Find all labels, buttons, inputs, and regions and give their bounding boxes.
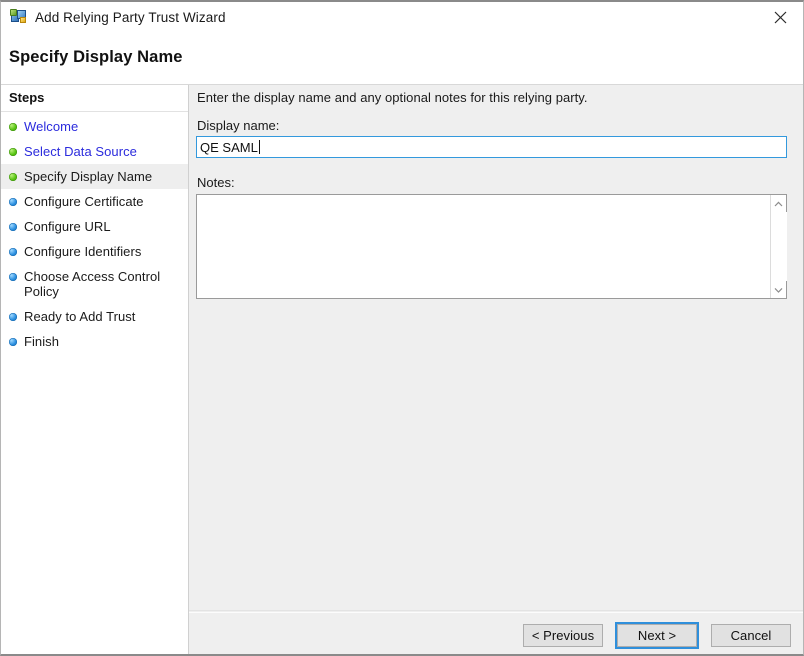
- steps-heading-divider: [1, 111, 188, 112]
- page-title: Specify Display Name: [9, 48, 183, 66]
- chevron-down-icon: [774, 287, 783, 293]
- intro-text: Enter the display name and any optional …: [197, 90, 588, 105]
- sidebar-item-configure-url[interactable]: Configure URL: [1, 214, 188, 239]
- scroll-up-button[interactable]: [771, 195, 787, 212]
- display-name-input[interactable]: QE SAML: [196, 136, 787, 158]
- cancel-button[interactable]: Cancel: [711, 624, 791, 647]
- step-bullet-icon: [9, 198, 17, 206]
- notes-value[interactable]: [197, 195, 770, 298]
- next-button[interactable]: Next >: [615, 622, 699, 649]
- sidebar-item-label: Configure Certificate: [24, 194, 144, 209]
- display-name-label: Display name:: [197, 118, 280, 133]
- page-header: Specify Display Name: [1, 32, 803, 84]
- body-area: Steps Welcome Select Data Source Specify…: [1, 85, 803, 654]
- steps-list: Welcome Select Data Source Specify Displ…: [1, 114, 188, 354]
- main-panel: Enter the display name and any optional …: [189, 85, 803, 654]
- sidebar-item-label: Specify Display Name: [24, 169, 153, 184]
- sidebar-item-specify-display-name[interactable]: Specify Display Name: [1, 164, 188, 189]
- relying-party-trust-icon: [10, 8, 28, 26]
- step-bullet-icon: [9, 248, 17, 256]
- close-button[interactable]: [757, 2, 803, 32]
- step-bullet-icon: [9, 313, 17, 321]
- scrollbar-track[interactable]: [770, 212, 787, 281]
- step-bullet-icon: [9, 148, 17, 156]
- sidebar-item-label: Choose Access Control Policy: [24, 269, 161, 299]
- chevron-up-icon: [774, 201, 783, 206]
- step-bullet-icon: [9, 223, 17, 231]
- close-icon: [774, 11, 786, 23]
- display-name-value: QE SAML: [200, 139, 258, 155]
- sidebar-item-configure-certificate[interactable]: Configure Certificate: [1, 189, 188, 214]
- step-bullet-icon: [9, 123, 17, 131]
- sidebar-item-choose-access-control-policy[interactable]: Choose Access Control Policy: [1, 264, 188, 304]
- footer-divider: [189, 610, 803, 611]
- step-bullet-icon: [9, 173, 17, 181]
- notes-textarea[interactable]: [196, 194, 787, 299]
- steps-sidebar: Steps Welcome Select Data Source Specify…: [1, 85, 188, 654]
- previous-button[interactable]: < Previous: [523, 624, 603, 647]
- sidebar-item-label: Welcome: [24, 119, 79, 134]
- wizard-window: Add Relying Party Trust Wizard Specify D…: [0, 0, 804, 656]
- sidebar-item-label: Configure URL: [24, 219, 111, 234]
- sidebar-item-configure-identifiers[interactable]: Configure Identifiers: [1, 239, 188, 264]
- notes-scrollbar[interactable]: [770, 195, 787, 298]
- step-bullet-icon: [9, 273, 17, 281]
- sidebar-item-label: Finish: [24, 334, 59, 349]
- title-bar: Add Relying Party Trust Wizard: [1, 2, 803, 32]
- steps-heading: Steps: [9, 90, 45, 105]
- scroll-down-button[interactable]: [771, 281, 787, 298]
- notes-label: Notes:: [197, 175, 235, 190]
- text-caret: [258, 140, 260, 154]
- sidebar-item-finish[interactable]: Finish: [1, 329, 188, 354]
- sidebar-item-ready-to-add-trust[interactable]: Ready to Add Trust: [1, 304, 188, 329]
- sidebar-item-welcome[interactable]: Welcome: [1, 114, 188, 139]
- sidebar-item-label: Ready to Add Trust: [24, 309, 136, 324]
- sidebar-item-label: Select Data Source: [24, 144, 137, 159]
- sidebar-item-label: Configure Identifiers: [24, 244, 142, 259]
- footer-bar: < Previous Next > Cancel: [189, 613, 803, 654]
- sidebar-item-select-data-source[interactable]: Select Data Source: [1, 139, 188, 164]
- step-bullet-icon: [9, 338, 17, 346]
- window-title: Add Relying Party Trust Wizard: [35, 9, 226, 25]
